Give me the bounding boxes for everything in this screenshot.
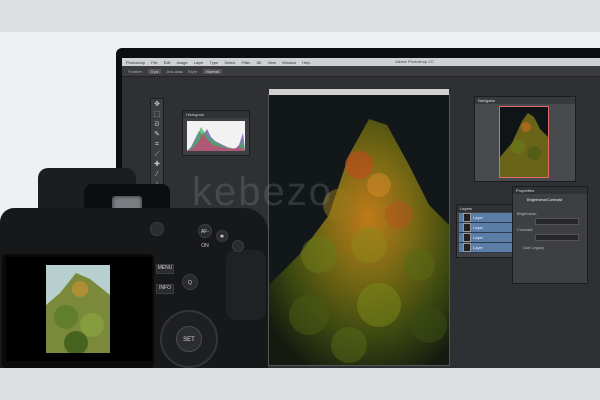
layer-row[interactable]: Layer bbox=[459, 243, 513, 253]
properties-panel: Properties Brightness/Contrast Brightnes… bbox=[512, 186, 588, 284]
option-feather-value[interactable]: 0 px bbox=[147, 68, 162, 74]
properties-title: Properties bbox=[513, 187, 587, 194]
layer-name: Layer bbox=[473, 245, 484, 250]
contrast-slider[interactable] bbox=[535, 234, 579, 241]
layer-name: Layer bbox=[473, 235, 484, 240]
navigator-thumbnail[interactable] bbox=[499, 106, 549, 178]
menu-bar: Photoshop File Edit Image Layer Type Sel… bbox=[122, 58, 600, 66]
layer-row[interactable]: Layer bbox=[459, 213, 513, 223]
brightness-slider[interactable] bbox=[535, 218, 579, 225]
options-bar: Feather: 0 px Anti-alias Style: Normal bbox=[122, 66, 600, 77]
info-button[interactable]: INFO bbox=[156, 284, 174, 294]
navigator-panel: Navigator bbox=[474, 96, 576, 182]
menu-type[interactable]: Type bbox=[210, 60, 219, 65]
document-canvas[interactable] bbox=[268, 89, 450, 366]
af-point-button[interactable] bbox=[232, 240, 244, 252]
menu-filter[interactable]: Filter bbox=[241, 60, 250, 65]
properties-subtitle: Brightness/Contrast bbox=[527, 197, 563, 202]
live-view-button[interactable] bbox=[150, 222, 164, 236]
lcd-frame bbox=[2, 254, 154, 368]
menu-select[interactable]: Select bbox=[224, 60, 235, 65]
set-button[interactable]: SET bbox=[176, 326, 202, 352]
layer-thumbnail bbox=[463, 243, 471, 252]
top-band bbox=[0, 0, 600, 32]
menu-help[interactable]: Help bbox=[302, 60, 310, 65]
layer-name: Layer bbox=[473, 225, 484, 230]
eyedropper-icon[interactable]: ⟋ bbox=[153, 151, 161, 159]
layers-panel: Layers Layer Layer Layer Layer bbox=[456, 204, 516, 258]
marquee-icon[interactable]: ⬚ bbox=[153, 111, 161, 119]
use-legacy-checkbox[interactable]: Use Legacy bbox=[523, 245, 544, 250]
layer-thumbnail bbox=[463, 213, 471, 222]
camera-grip bbox=[226, 250, 266, 320]
histogram-title: Histogram bbox=[183, 111, 249, 118]
app-title: Adobe Photoshop CC bbox=[395, 59, 434, 64]
menu-file[interactable]: File bbox=[151, 60, 157, 65]
histogram-graph bbox=[187, 121, 245, 151]
option-feather-label: Feather: bbox=[128, 68, 143, 74]
move-icon[interactable]: ✥ bbox=[153, 101, 161, 109]
option-antialias[interactable]: Anti-alias bbox=[166, 69, 182, 74]
camera: MENU INFO Q AF-ON ✱ SET bbox=[0, 168, 270, 368]
brightness-label: Brightness: bbox=[517, 211, 538, 216]
menu-3d[interactable]: 3D bbox=[256, 60, 261, 65]
menu-image[interactable]: Image bbox=[177, 60, 188, 65]
histogram-panel: Histogram bbox=[182, 110, 250, 156]
lcd-forest-image bbox=[46, 265, 110, 353]
layer-thumbnail bbox=[463, 233, 471, 242]
menu-view[interactable]: View bbox=[267, 60, 276, 65]
layer-thumbnail bbox=[463, 223, 471, 232]
layer-row[interactable]: Layer bbox=[459, 233, 513, 243]
quick-button[interactable]: Q bbox=[182, 274, 198, 290]
lasso-icon[interactable]: ᘐ bbox=[153, 121, 161, 129]
layers-title: Layers bbox=[457, 205, 515, 212]
bottom-band bbox=[0, 368, 600, 400]
navigator-photo bbox=[500, 107, 548, 177]
crop-icon[interactable]: ⌗ bbox=[153, 141, 161, 149]
lcd-photo bbox=[46, 265, 110, 353]
quick-select-icon[interactable]: ✎ bbox=[153, 131, 161, 139]
navigator-title: Navigator bbox=[475, 97, 575, 104]
menu-edit[interactable]: Edit bbox=[164, 60, 171, 65]
forest-photo bbox=[269, 95, 449, 365]
contrast-label: Contrast: bbox=[517, 227, 534, 232]
option-style-select[interactable]: Normal bbox=[202, 68, 222, 74]
document-tab[interactable] bbox=[269, 89, 449, 95]
lcd-screen bbox=[6, 257, 152, 361]
layer-row[interactable]: Layer bbox=[459, 223, 513, 233]
star-button[interactable]: ✱ bbox=[216, 230, 228, 242]
menu-layer[interactable]: Layer bbox=[194, 60, 204, 65]
menu-photoshop[interactable]: Photoshop bbox=[126, 60, 145, 65]
option-style-label: Style: bbox=[187, 68, 198, 74]
menu-button[interactable]: MENU bbox=[156, 264, 174, 274]
layer-name: Layer bbox=[473, 215, 484, 220]
af-on-button[interactable]: AF-ON bbox=[198, 224, 212, 249]
menu-window[interactable]: Window bbox=[282, 60, 296, 65]
